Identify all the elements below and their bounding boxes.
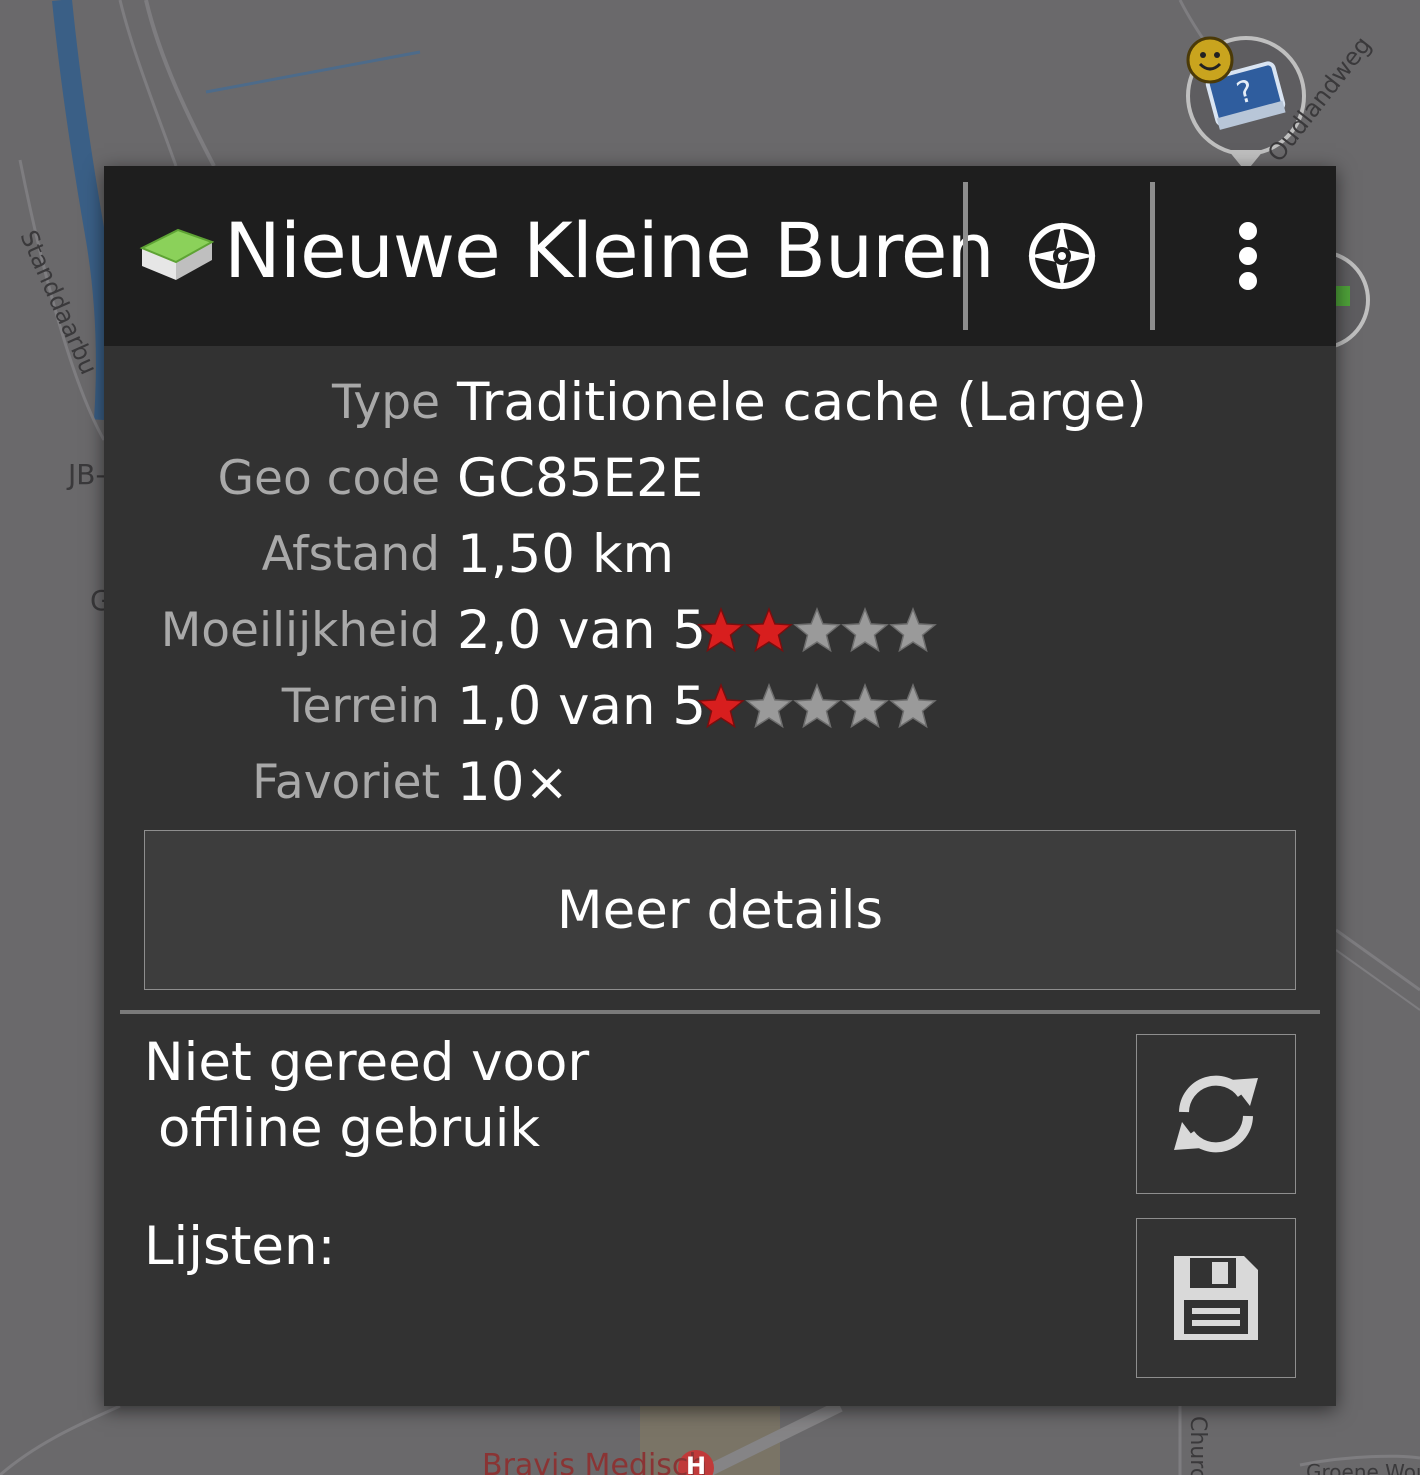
dialog-titlebar: Nieuwe Kleine Buren bbox=[104, 166, 1336, 346]
navigate-button[interactable] bbox=[970, 186, 1154, 326]
cache-popup-dialog: Nieuwe Kleine Buren Type Traditionele ca… bbox=[104, 166, 1336, 1406]
cache-title: Nieuwe Kleine Buren bbox=[224, 206, 995, 295]
compass-icon bbox=[1028, 222, 1096, 290]
geocode-label: Geo code bbox=[217, 451, 440, 506]
favorite-label: Favoriet bbox=[252, 755, 440, 810]
offline-status-line: Niet gereed voor bbox=[144, 1032, 590, 1093]
star-filled-icon bbox=[745, 606, 793, 653]
place-label: JB- bbox=[68, 458, 106, 491]
offline-status-line: offline gebruik bbox=[158, 1098, 541, 1159]
star-filled-icon bbox=[697, 606, 745, 653]
offline-status-text: Niet gereed voor offline gebruik bbox=[144, 1030, 589, 1162]
star-empty-icon bbox=[841, 606, 889, 653]
star-empty-icon bbox=[889, 606, 937, 653]
street-label: Church bbox=[1185, 1416, 1210, 1475]
street-label: Groene Wou bbox=[1306, 1460, 1420, 1475]
more-details-button[interactable]: Meer details bbox=[144, 830, 1296, 990]
title-divider bbox=[1150, 182, 1155, 330]
terrain-label: Terrein bbox=[281, 679, 440, 734]
geocode-row: Geo code GC85E2E bbox=[104, 446, 1336, 512]
type-label: Type bbox=[332, 375, 440, 430]
lists-label: Lijsten: bbox=[144, 1216, 336, 1277]
distance-label: Afstand bbox=[261, 527, 440, 582]
save-icon bbox=[1174, 1256, 1258, 1340]
refresh-button[interactable] bbox=[1136, 1034, 1296, 1194]
terrain-value: 1,0 van 5 bbox=[457, 676, 707, 737]
star-filled-icon bbox=[697, 682, 745, 729]
difficulty-label: Moeilijkheid bbox=[160, 603, 440, 658]
hospital-marker: H bbox=[686, 1452, 707, 1475]
save-button[interactable] bbox=[1136, 1218, 1296, 1378]
distance-value: 1,50 km bbox=[457, 524, 675, 585]
refresh-icon bbox=[1174, 1075, 1258, 1153]
difficulty-stars bbox=[697, 606, 937, 653]
geocode-value[interactable]: GC85E2E bbox=[457, 446, 703, 512]
difficulty-row: Moeilijkheid 2,0 van 5 bbox=[104, 598, 1336, 664]
type-value: Traditionele cache (Large) bbox=[457, 372, 1147, 433]
favorite-row: Favoriet 10× bbox=[104, 750, 1336, 816]
difficulty-value: 2,0 van 5 bbox=[457, 600, 707, 661]
distance-row: Afstand 1,50 km bbox=[104, 522, 1336, 588]
favorite-value: 10× bbox=[457, 752, 569, 813]
more-vert-icon bbox=[1238, 222, 1257, 290]
star-empty-icon bbox=[793, 682, 841, 729]
star-empty-icon bbox=[841, 682, 889, 729]
terrain-row: Terrein 1,0 van 5 bbox=[104, 674, 1336, 740]
star-empty-icon bbox=[793, 606, 841, 653]
star-empty-icon bbox=[745, 682, 793, 729]
map-screen: ? Standdaarbu Oudlandweg Church Groene W… bbox=[0, 0, 1420, 1475]
section-divider bbox=[120, 1010, 1320, 1014]
title-divider bbox=[963, 182, 968, 330]
star-empty-icon bbox=[889, 682, 937, 729]
terrain-stars bbox=[697, 682, 937, 729]
overflow-menu-button[interactable] bbox=[1159, 186, 1336, 326]
place-label: Bravis Medisch bbox=[482, 1448, 708, 1475]
traditional-cache-icon bbox=[139, 228, 214, 280]
type-row: Type Traditionele cache (Large) bbox=[104, 370, 1336, 436]
